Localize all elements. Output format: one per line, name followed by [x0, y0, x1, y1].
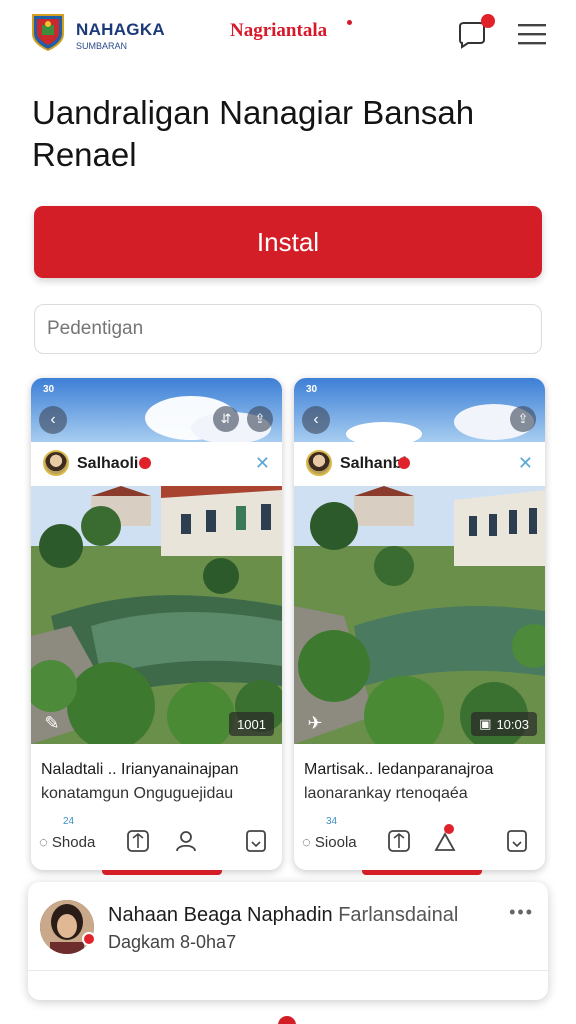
card-accent-bar — [102, 870, 222, 875]
avatar[interactable] — [40, 900, 94, 954]
share-icon: ⇪ — [517, 411, 529, 426]
image-icon: ▣ — [479, 716, 492, 731]
share-round-button[interactable]: ⇪ — [247, 406, 273, 432]
chat-icon: ◌ — [302, 834, 311, 851]
caption-line: laonarankay rtenoqaéa — [304, 785, 468, 802]
chat-icon: ◌ — [39, 834, 48, 851]
back-button[interactable]: ‹ — [39, 406, 67, 434]
post-card[interactable]: 30 ‹ ⇪ Salhanbl ✕ ✈ ▣ 10:03 Martisak.. l… — [294, 378, 545, 870]
back-button[interactable]: ‹ — [302, 406, 330, 434]
share-label: Sioola — [314, 834, 357, 851]
post-caption: Martisak.. ledanparanajroa laonarankay r… — [304, 758, 536, 806]
shield-logo-icon[interactable] — [30, 12, 66, 52]
status-time: 30 — [43, 384, 55, 395]
bookmark-icon[interactable] — [504, 828, 530, 854]
profile-card[interactable]: Nahaan Beaga Naphadin Farlansdainal Dagk… — [28, 882, 548, 1000]
share-icon: ⇪ — [254, 411, 266, 426]
page-headline: Uandraligan Nanagiar Bansah Renael — [32, 94, 475, 173]
post-card[interactable]: 30 ‹ ⇵ ⇪ Salhaoli ✕ ✎ 1001 Naladtali .. … — [31, 378, 282, 870]
brand[interactable]: NAHAGKA SUMBARAN — [76, 20, 165, 51]
profile-name: Nahaan Beaga Naphadin Farlansdainal — [108, 904, 458, 927]
caption-line: konatamgun Onguguejidau — [41, 785, 234, 802]
post-header: Salhanbl ✕ — [294, 442, 545, 486]
caption-line: Naladtali .. Irianyanainajpan — [41, 761, 239, 778]
share-button[interactable]: ◌ Sioola — [302, 834, 357, 851]
link-button[interactable]: ⇵ — [213, 406, 239, 432]
chevron-left-icon: ‹ — [50, 411, 56, 428]
post-username[interactable]: Salhanbl — [340, 455, 407, 473]
profile-subtitle: Dagkam 8-0ha7 — [108, 932, 237, 952]
post-caption: Naladtali .. Irianyanainajpan konatamgun… — [41, 758, 273, 806]
close-icon[interactable]: ✕ — [255, 453, 270, 474]
post-header: Salhaoli ✕ — [31, 442, 282, 486]
search-input[interactable] — [34, 304, 542, 354]
notification-badge — [444, 824, 454, 834]
brand-subtitle: SUMBARAN — [76, 41, 128, 51]
share-label: Shoda — [51, 834, 96, 851]
compare-icon[interactable] — [125, 828, 151, 854]
brand-name: NAHAGKA — [76, 20, 165, 39]
floating-action-dot[interactable] — [278, 1016, 296, 1024]
post-photo[interactable] — [31, 486, 282, 744]
post-username[interactable]: Salhaoli — [77, 455, 138, 473]
link-icon: ⇵ — [220, 411, 232, 426]
title-dot — [347, 20, 352, 25]
install-button[interactable]: Instal — [34, 206, 542, 278]
avatar[interactable] — [306, 450, 332, 476]
avatar[interactable] — [43, 450, 69, 476]
card-accent-bar — [362, 870, 482, 875]
post-actions: 34 ◌ Sioola — [294, 816, 545, 864]
header-title: Nagriantala — [230, 20, 328, 41]
share-count: 34 — [326, 816, 338, 827]
photo-counter: ▣ 10:03 — [471, 712, 537, 736]
photo-counter-text: 10:03 — [496, 716, 529, 732]
post-photo[interactable] — [294, 486, 545, 744]
caption-line: Martisak.. ledanparanajroa — [304, 761, 494, 778]
verified-badge — [139, 457, 151, 469]
share-round-button[interactable]: ⇪ — [510, 406, 536, 432]
photo-counter-text: 1001 — [237, 716, 266, 732]
hamburger-menu-icon[interactable] — [516, 22, 548, 46]
notification-badge — [481, 14, 495, 28]
share-count: 24 — [63, 816, 75, 827]
close-icon[interactable]: ✕ — [518, 453, 533, 474]
share-button[interactable]: ◌ Shoda — [39, 834, 95, 851]
post-actions: 24 ◌ Shoda — [31, 816, 282, 864]
edit-tool-icon[interactable]: ✎ — [39, 710, 65, 736]
profile-name-text: Nahaan Beaga Naphadin — [108, 904, 333, 926]
more-options-icon[interactable]: ••• — [509, 902, 534, 923]
profile-role: Farlansdainal — [338, 904, 459, 926]
online-badge — [82, 932, 96, 946]
divider — [28, 970, 548, 971]
bookmark-icon[interactable] — [243, 828, 269, 854]
app-header: NAHAGKA SUMBARAN Nagriantala — [0, 0, 576, 70]
verified-badge — [398, 457, 410, 469]
status-time: 30 — [306, 384, 318, 395]
tool-icon[interactable]: ✈ — [302, 710, 328, 736]
profile-icon[interactable] — [173, 828, 199, 854]
chevron-left-icon: ‹ — [313, 411, 319, 428]
compare-icon[interactable] — [386, 828, 412, 854]
photo-counter: 1001 — [229, 712, 274, 736]
